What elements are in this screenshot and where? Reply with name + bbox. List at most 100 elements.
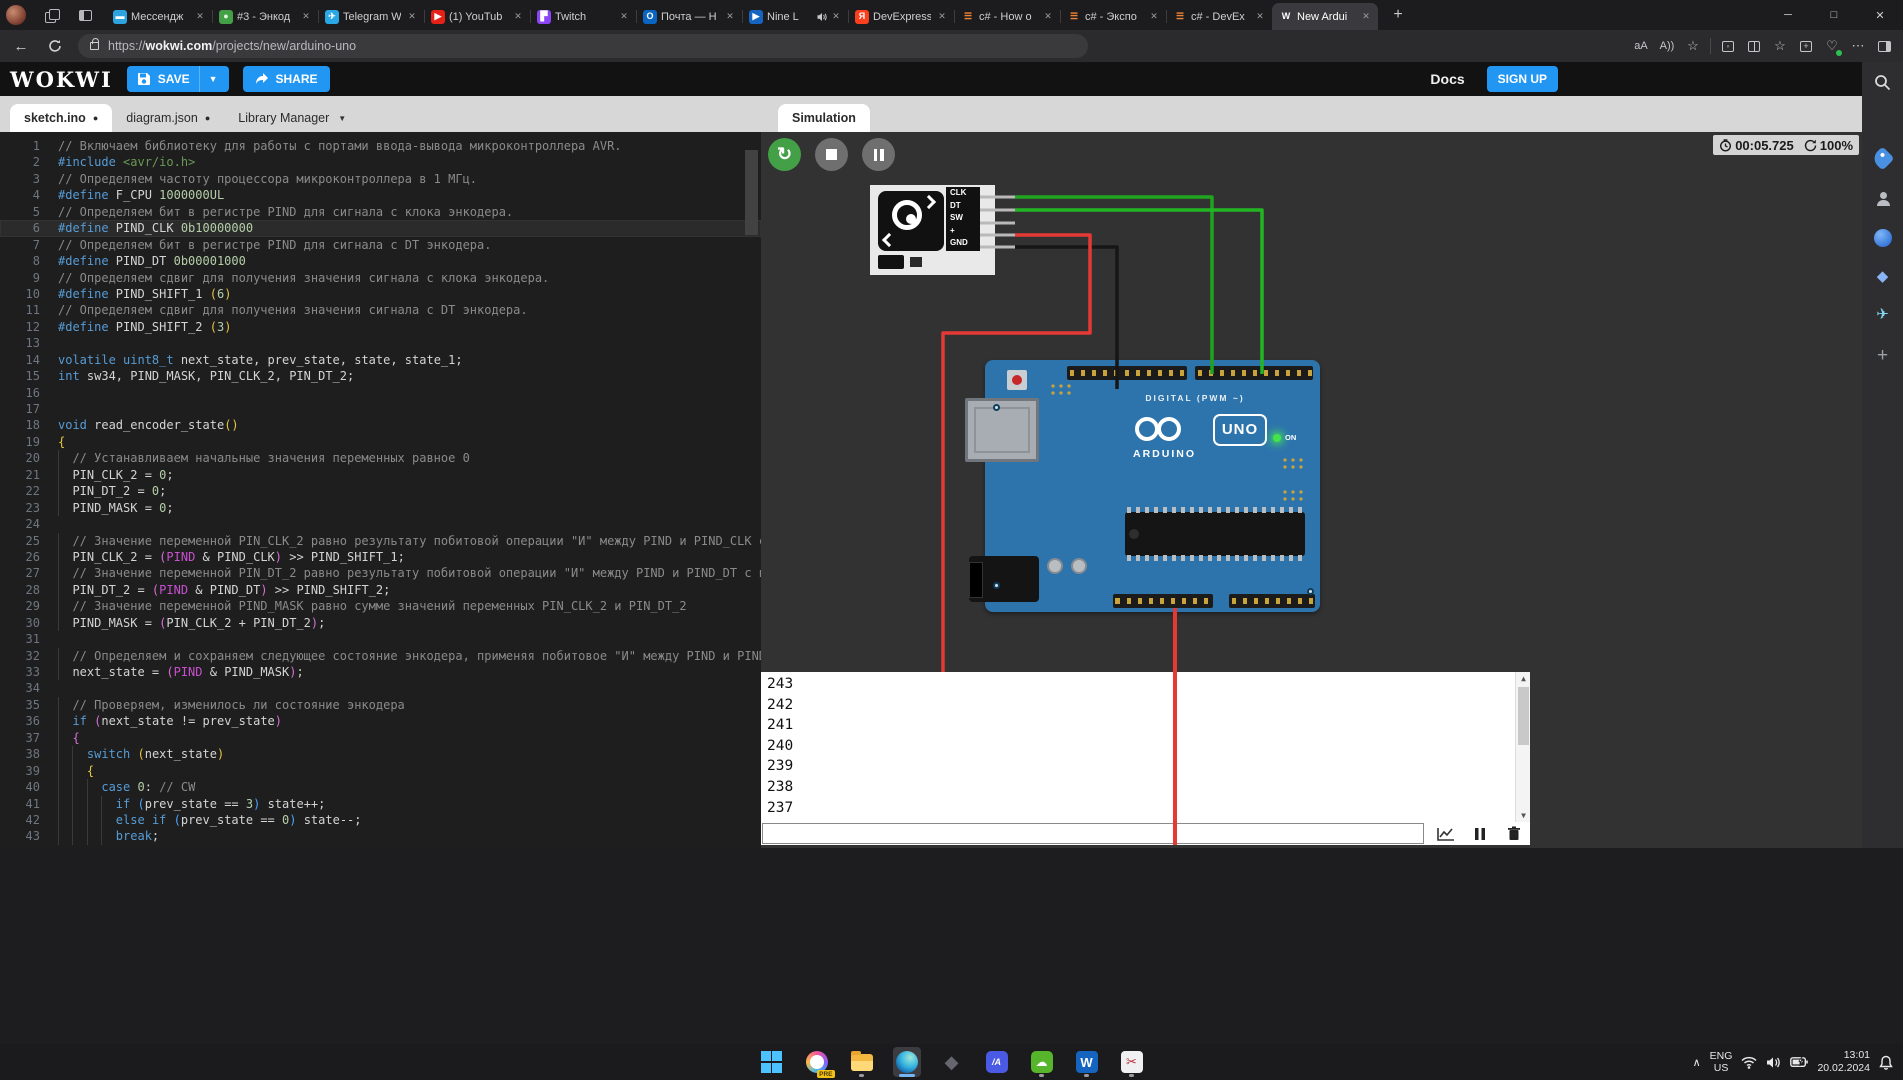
code-line[interactable]: 22 PIN_DT_2 = 0; (0, 483, 761, 500)
extensions-icon[interactable]: ◦ (1715, 33, 1741, 59)
minimize-button[interactable]: ─ (1765, 9, 1811, 21)
code-line[interactable]: 17 (0, 401, 761, 417)
tab-close-icon[interactable]: ✕ (723, 11, 737, 22)
code-line[interactable]: 42 else if (prev_state == 0) state--; (0, 811, 761, 829)
tab-close-icon[interactable]: ✕ (193, 11, 207, 22)
serial-input-field[interactable] (762, 823, 1424, 844)
gem-app-button[interactable]: ◆ (938, 1047, 966, 1077)
code-line[interactable]: 15 int sw34, PIND_MASK, PIN_CLK_2, PIN_DT… (0, 368, 761, 384)
maximize-button[interactable]: □ (1811, 9, 1857, 21)
browser-tab[interactable]: ● #3 - Энкод ✕ (212, 3, 318, 30)
code-line[interactable]: 32 // Определяем и сохраняем следующее с… (0, 647, 761, 664)
scroll-up-icon[interactable]: ▲ (1516, 674, 1531, 683)
browser-essentials-icon[interactable]: ♡ (1819, 33, 1845, 59)
pause-simulation-button[interactable] (862, 138, 895, 171)
code-line[interactable]: 29 // Значение переменной PIND_MASK равн… (0, 598, 761, 615)
new-tab-button[interactable]: + (1386, 6, 1410, 24)
code-line[interactable]: 9// Определяем сдвиг для получения значе… (0, 270, 761, 286)
code-line[interactable]: 23 PIND_MASK = 0; (0, 499, 761, 517)
encoder-knob-icon[interactable] (878, 191, 944, 251)
code-line[interactable]: 10 #define PIND_SHIFT_1 (6) (0, 286, 761, 302)
code-line[interactable]: 41 if (prev_state == 3) state++; (0, 795, 761, 812)
tab-close-icon[interactable]: ✕ (935, 11, 949, 22)
code-line[interactable]: 43 break; (0, 828, 761, 845)
file-explorer-button[interactable] (848, 1047, 876, 1077)
sidebar-shopping-icon[interactable] (1870, 145, 1895, 171)
arduino-uno-board[interactable]: DIGITAL (PWM ~) UNO ARDUINO ON (965, 360, 1320, 612)
code-line[interactable]: 34 (0, 680, 761, 696)
sidebar-add-icon[interactable]: + (1871, 344, 1895, 368)
tab-groups-icon[interactable] (40, 4, 62, 26)
code-line[interactable]: 19{ (0, 434, 761, 450)
word-button[interactable]: W (1073, 1047, 1101, 1077)
tab-close-icon[interactable]: ✕ (829, 11, 843, 22)
tab-close-icon[interactable]: ✕ (1147, 11, 1161, 22)
tab-close-icon[interactable]: ✕ (1359, 11, 1373, 22)
scrollbar-thumb[interactable] (1518, 687, 1529, 745)
close-button[interactable]: ✕ (1857, 9, 1903, 22)
snipping-tool-button[interactable]: ✂ (1118, 1047, 1146, 1077)
browser-tab[interactable]: O Почта — Н ✕ (636, 3, 742, 30)
settings-menu-icon[interactable]: ⋯ (1845, 33, 1871, 59)
save-button[interactable]: SAVE ▼ (126, 66, 229, 92)
browser-profile-avatar[interactable] (6, 5, 26, 25)
code-line[interactable]: 38 switch (next_state) (0, 746, 761, 763)
sidebar-toggle-icon[interactable] (1871, 33, 1897, 59)
code-line[interactable]: 30 PIND_MASK = (PIN_CLK_2 + PIN_DT_2); (0, 614, 761, 632)
analog-header[interactable] (1229, 594, 1315, 608)
save-dropdown-caret[interactable]: ▼ (198, 66, 227, 92)
stop-simulation-button[interactable] (815, 138, 848, 171)
code-line[interactable]: 4 #define F_CPU 1000000UL (0, 187, 761, 203)
favorites-bar-icon[interactable]: ☆ (1767, 33, 1793, 59)
serial-monitor-scrollbar[interactable]: ▲ ▼ (1515, 672, 1530, 822)
code-line[interactable]: 14 volatile uint8_t next_state, prev_stat… (0, 352, 761, 368)
start-button[interactable] (758, 1047, 786, 1077)
code-line[interactable]: 28 PIN_DT_2 = (PIND & PIND_DT) >> PIND_S… (0, 581, 761, 599)
code-line[interactable]: 8 #define PIND_DT 0b00001000 (0, 253, 761, 269)
code-line[interactable]: 24 (0, 516, 761, 532)
vertical-tabs-icon[interactable] (74, 4, 96, 26)
docs-link[interactable]: Docs (1430, 71, 1464, 87)
sidebar-app-icon[interactable] (1871, 226, 1895, 250)
reset-button[interactable] (1007, 370, 1027, 390)
copilot-button[interactable]: PRE (803, 1047, 835, 1078)
tab-audio-icon[interactable] (817, 12, 827, 22)
code-line[interactable]: 31 (0, 631, 761, 647)
tab-close-icon[interactable]: ✕ (405, 11, 419, 22)
code-line[interactable]: 21 PIN_CLK_2 = 0; (0, 466, 761, 484)
browser-tab[interactable]: ▬ Мессендж ✕ (106, 3, 212, 30)
share-button[interactable]: SHARE (242, 66, 330, 92)
code-line[interactable]: 7// Определяем бит в регистре PIND для с… (0, 237, 761, 253)
tab-close-icon[interactable]: ✕ (511, 11, 525, 22)
editor-tab-library-manager[interactable]: Library Manager ▼ (224, 104, 360, 132)
sidebar-profile-icon[interactable] (1871, 186, 1895, 210)
code-line[interactable]: 35 // Проверяем, изменилось ли состояние… (0, 696, 761, 714)
url-box[interactable]: https://wokwi.com/projects/new/arduino-u… (78, 34, 1088, 58)
code-line[interactable]: 33 next_state = (PIND & PIND_MASK); (0, 664, 761, 681)
edge-button[interactable] (892, 1047, 921, 1077)
code-line[interactable]: 20 // Устанавливаем начальные значения п… (0, 450, 761, 467)
sidebar-search-icon[interactable] (1871, 70, 1895, 94)
tab-simulation[interactable]: Simulation (778, 104, 870, 132)
tab-close-icon[interactable]: ✕ (1041, 11, 1055, 22)
refresh-icon[interactable] (42, 33, 68, 59)
browser-tab[interactable]: ☰ c# - How o ✕ (954, 3, 1060, 30)
power-header[interactable] (1113, 594, 1213, 608)
tab-close-icon[interactable]: ✕ (617, 11, 631, 22)
restart-simulation-button[interactable]: ↻ (768, 138, 801, 171)
browser-tab[interactable]: W New Ardui ✕ (1272, 3, 1378, 30)
clear-output-button[interactable] (1502, 824, 1526, 844)
code-line[interactable]: 12 #define PIND_SHIFT_2 (3) (0, 319, 761, 335)
code-line[interactable]: 13 (0, 335, 761, 351)
editor-scrollbar[interactable] (745, 150, 758, 235)
browser-tab[interactable]: ▶ Nine L ✕ (742, 3, 848, 30)
code-line[interactable]: 1// Включаем библиотеку для работы с пор… (0, 138, 761, 154)
sidebar-gem-icon[interactable]: ◆ (1871, 264, 1895, 288)
browser-tab[interactable]: ☰ c# - DevEx ✕ (1166, 3, 1272, 30)
wifi-icon[interactable] (1741, 1056, 1757, 1069)
digital-header-2[interactable] (1195, 366, 1313, 380)
rotary-encoder-component[interactable]: CLK DT SW + GND (870, 185, 995, 275)
dev-app-button[interactable]: /A (983, 1047, 1011, 1077)
remote-app-button[interactable]: ☁ (1028, 1047, 1056, 1077)
browser-tab[interactable]: ☰ c# - Экспо ✕ (1060, 3, 1166, 30)
